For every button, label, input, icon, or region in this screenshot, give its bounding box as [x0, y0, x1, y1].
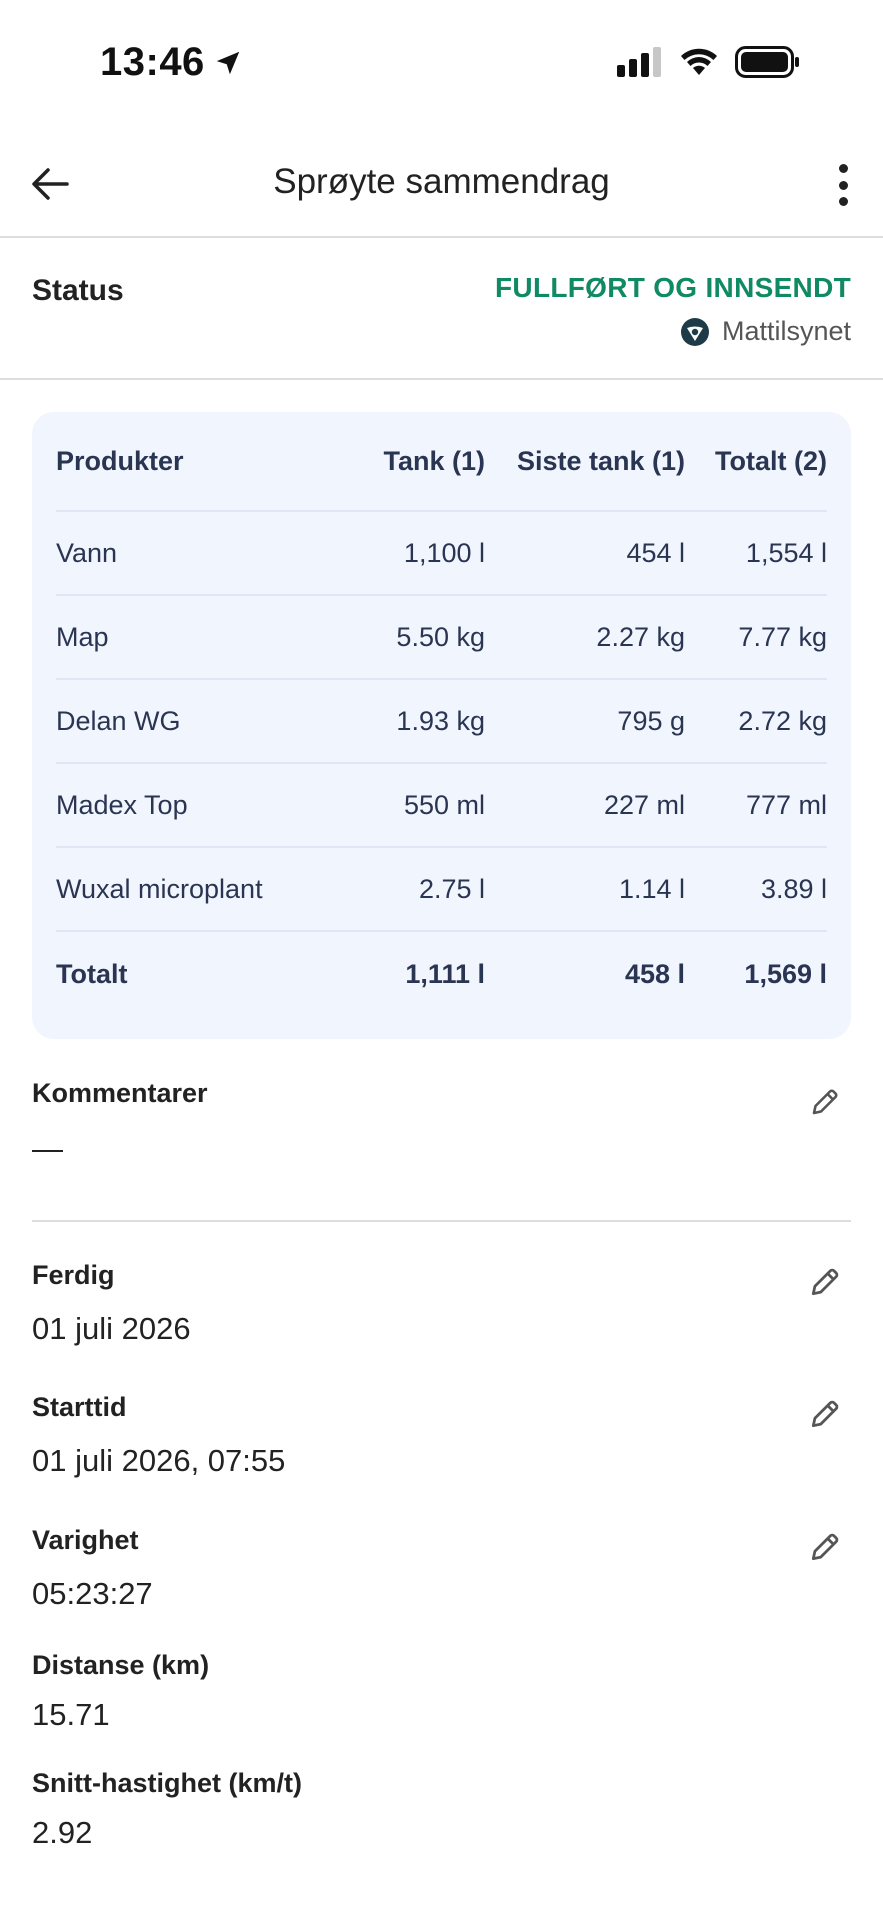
total-amount: 1,554 l [745, 537, 827, 568]
status-bar: 13:46 [0, 0, 883, 128]
more-options-button[interactable] [833, 160, 853, 210]
page-title: Sprøyte sammendrag [273, 162, 610, 201]
total-label: Totalt [56, 958, 128, 989]
tank-amount: 550 ml [403, 789, 485, 820]
last-tank-amount: 2.27 kg [596, 621, 685, 652]
product-name: Map [56, 621, 109, 652]
last-tank-amount: 454 l [626, 537, 685, 568]
duration-field: Varighet 05:23:27 [32, 1525, 851, 1612]
column-header: Produkter [56, 445, 184, 476]
column-header: Siste tank (1) [516, 445, 685, 476]
mattilsynet-logo-icon [680, 317, 709, 346]
status-time: 13:46 [100, 40, 243, 85]
battery-icon [735, 46, 799, 78]
total-amount: 2.72 kg [738, 705, 827, 736]
edit-duration-button[interactable] [805, 1527, 845, 1567]
status-time-text: 13:46 [100, 40, 205, 84]
edit-start-time-button[interactable] [805, 1394, 845, 1434]
table-header-row: Produkter Tank (1) Siste tank (1) Totalt… [56, 412, 827, 512]
status-label: Status [32, 274, 124, 307]
edit-finished-button[interactable] [805, 1262, 845, 1302]
start-time-field: Starttid 01 juli 2026, 07:55 [32, 1392, 851, 1479]
authority-indicator: Mattilsynet [680, 316, 851, 347]
pencil-icon [811, 1533, 839, 1561]
avg-speed-value: 2.92 [32, 1815, 93, 1850]
more-dot [838, 180, 848, 190]
table-row: Wuxal microplant 2.75 l 1.14 l 3.89 l [56, 848, 827, 932]
location-arrow-icon [216, 51, 240, 74]
product-name: Wuxal microplant [56, 873, 263, 904]
total-amount: 3.89 l [760, 873, 827, 904]
tank-amount: 1.93 kg [396, 705, 485, 736]
status-icons [617, 46, 801, 78]
column-header: Tank (1) [383, 445, 485, 476]
column-header: Totalt (2) [715, 445, 827, 476]
tank-amount: 2.75 l [418, 873, 485, 904]
last-tank-total: 458 l [624, 958, 685, 989]
cellular-signal-icon [617, 47, 661, 77]
table-row: Map 5.50 kg 2.27 kg 7.77 kg [56, 596, 827, 680]
avg-speed-field: Snitt-hastighet (km/t) 2.92 [32, 1768, 851, 1851]
start-time-value: 01 juli 2026, 07:55 [32, 1443, 286, 1478]
comments-label: Kommentarer [32, 1078, 208, 1108]
products-table: Produkter Tank (1) Siste tank (1) Totalt… [32, 412, 851, 1039]
last-tank-amount: 227 ml [603, 789, 685, 820]
section-divider [32, 1220, 851, 1222]
duration-value: 05:23:27 [32, 1576, 153, 1611]
nav-bar: Sprøyte sammendrag [0, 140, 883, 238]
table-total-row: Totalt 1,111 l 458 l 1,569 l [56, 932, 827, 1016]
edit-comments-button[interactable] [805, 1082, 845, 1122]
total-amount: 777 ml [745, 789, 827, 820]
status-section: Status FULLFØRT OG INNSENDT Mattilsynet [0, 240, 883, 380]
more-vertical-icon [838, 164, 848, 173]
last-tank-amount: 1.14 l [618, 873, 685, 904]
pencil-icon [812, 1089, 838, 1115]
distance-label: Distanse (km) [32, 1650, 210, 1680]
tank-amount: 5.50 kg [396, 621, 485, 652]
distance-field: Distanse (km) 15.71 [32, 1650, 851, 1733]
avg-speed-label: Snitt-hastighet (km/t) [32, 1768, 302, 1798]
pencil-icon [811, 1400, 839, 1428]
product-name: Delan WG [56, 705, 181, 736]
finished-label: Ferdig [32, 1260, 115, 1290]
table-row: Vann 1,100 l 454 l 1,554 l [56, 512, 827, 596]
tank-amount: 1,100 l [403, 537, 485, 568]
product-name: Vann [56, 537, 118, 568]
comments-value: — [32, 1131, 63, 1166]
distance-value: 15.71 [32, 1697, 110, 1732]
grand-total: 1,569 l [744, 958, 827, 989]
status-badge: FULLFØRT OG INNSENDT [495, 272, 851, 303]
duration-label: Varighet [32, 1525, 139, 1555]
authority-name: Mattilsynet [721, 316, 851, 346]
last-tank-amount: 795 g [617, 705, 685, 736]
finished-field: Ferdig 01 juli 2026 [32, 1260, 851, 1347]
table-row: Madex Top 550 ml 227 ml 777 ml [56, 764, 827, 848]
wifi-icon [681, 48, 717, 75]
table-row: Delan WG 1.93 kg 795 g 2.72 kg [56, 680, 827, 764]
finished-value: 01 juli 2026 [32, 1311, 191, 1346]
product-name: Madex Top [56, 789, 188, 820]
more-dot [838, 197, 848, 206]
total-amount: 7.77 kg [738, 621, 827, 652]
start-time-label: Starttid [32, 1392, 127, 1422]
pencil-icon [811, 1268, 839, 1296]
comments-field: Kommentarer — [32, 1078, 851, 1167]
tank-total: 1,111 l [405, 958, 485, 989]
